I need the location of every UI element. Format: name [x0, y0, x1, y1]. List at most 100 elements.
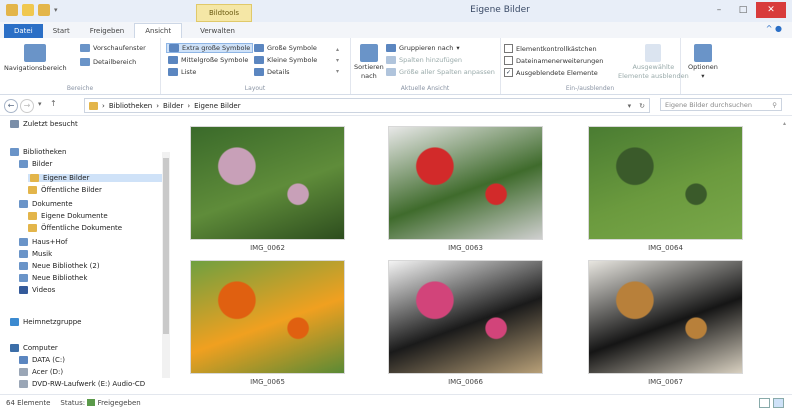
up-button[interactable]: ↑ — [50, 99, 57, 108]
sidebar-item[interactable]: Computer — [10, 344, 58, 352]
pictures-folder-icon — [89, 101, 98, 110]
image-thumbnail[interactable] — [190, 126, 345, 240]
preview-pane-button[interactable]: Vorschaufenster — [80, 44, 146, 52]
group-label-layout: Layout — [244, 85, 266, 92]
minimize-button[interactable]: – — [708, 2, 730, 18]
layout-extra-large-icons[interactable]: Extra große Symbole — [166, 43, 254, 53]
add-columns-button[interactable]: Spalten hinzufügen — [386, 56, 462, 64]
new-folder-icon[interactable] — [38, 4, 50, 16]
checkbox-icon[interactable]: ✓ — [504, 68, 513, 77]
layout-small-icons[interactable]: Kleine Symbole — [254, 56, 317, 64]
group-by-button[interactable]: Gruppieren nach ▾ — [386, 44, 460, 52]
group-by-icon — [386, 44, 396, 52]
sidebar-item[interactable]: Neue Bibliothek — [19, 274, 87, 282]
details-view-icon[interactable] — [759, 398, 770, 408]
list-icon — [168, 68, 178, 76]
address-dropdown-icon[interactable]: ▾ — [628, 102, 632, 110]
hide-selected-button[interactable]: Ausgewählte Elemente ausblenden — [618, 44, 689, 80]
options-button[interactable]: Optionen ▾ — [688, 44, 718, 80]
maximize-button[interactable]: □ — [732, 2, 754, 18]
recent-locations-button[interactable]: ▾ — [38, 100, 42, 108]
checkbox-icon[interactable] — [504, 56, 513, 65]
share-status: Status: Freigegeben — [60, 398, 141, 407]
chevron-up-icon[interactable]: ^ — [766, 24, 773, 33]
image-thumbnail[interactable] — [588, 126, 743, 240]
sort-by-button[interactable]: Sortieren nach — [354, 44, 384, 80]
large-icons-view-icon[interactable] — [773, 398, 784, 408]
ribbon-help[interactable]: ^ ● — [766, 24, 782, 33]
file-extensions-toggle[interactable]: Dateinamenerweiterungen — [504, 56, 603, 65]
sidebar-item-label: Neue Bibliothek — [32, 274, 88, 282]
sidebar-item-label: Neue Bibliothek (2) — [32, 262, 100, 270]
chevron-up-icon[interactable]: ▴ — [783, 120, 786, 127]
sidebar-item-label: Musik — [32, 250, 53, 258]
address-path[interactable]: › Bibliotheken › Bilder › Eigene Bilder … — [84, 98, 650, 113]
sidebar-item-label: Eigene Bilder — [43, 174, 90, 182]
hidden-items-toggle[interactable]: ✓ Ausgeblendete Elemente — [504, 68, 598, 77]
chevron-up-icon[interactable]: ▴ — [336, 46, 339, 53]
checkbox-icon[interactable] — [504, 44, 513, 53]
size-columns-button[interactable]: Größe aller Spalten anpassen — [386, 68, 495, 76]
search-input[interactable]: Eigene Bilder durchsuchen ⚲ — [660, 98, 782, 111]
navigation-pane-button[interactable]: Navigationsbereich — [4, 44, 67, 72]
breadcrumb-eigene-bilder[interactable]: Eigene Bilder — [194, 102, 240, 110]
extra-large-icons-icon — [169, 44, 179, 52]
sidebar-item[interactable]: Zuletzt besucht — [10, 120, 78, 128]
close-button[interactable]: ✕ — [756, 2, 786, 18]
expand-icon[interactable]: ▾ — [336, 68, 339, 75]
image-thumbnail[interactable] — [388, 260, 543, 374]
sidebar-item[interactable]: DVD-RW-Laufwerk (E:) Audio-CD — [19, 380, 145, 388]
sidebar-item[interactable]: Eigene Bilder — [28, 174, 164, 182]
tab-datei[interactable]: Datei — [4, 24, 43, 38]
forward-button[interactable]: → — [20, 99, 34, 113]
arrow-up-icon: ↑ — [50, 99, 57, 108]
file-view: IMG_0062 IMG_0063 IMG_0064 IMG_0065 IMG_0066… — [172, 116, 792, 394]
refresh-icon[interactable]: ↻ — [639, 102, 645, 110]
layout-large-icons[interactable]: Große Symbole — [254, 44, 317, 52]
image-thumbnail[interactable] — [190, 260, 345, 374]
sidebar-item[interactable]: Dokumente — [19, 200, 73, 208]
sidebar-item[interactable]: Bibliotheken — [10, 148, 66, 156]
sidebar-item[interactable]: Haus+Hof — [19, 238, 68, 246]
tab-verwalten[interactable]: Verwalten — [190, 24, 245, 38]
chevron-down-icon[interactable]: ▾ — [336, 57, 339, 64]
folder-icon — [10, 148, 19, 156]
group-label-bereiche: Bereiche — [66, 85, 94, 92]
group-aktuelle-ansicht: Sortieren nach Gruppieren nach ▾ Spalten… — [350, 38, 501, 94]
sidebar-item[interactable]: Neue Bibliothek (2) — [19, 262, 100, 270]
image-thumbnail[interactable] — [588, 260, 743, 374]
breadcrumb-bilder[interactable]: Bilder — [163, 102, 183, 110]
help-icon[interactable]: ● — [775, 24, 782, 33]
qat-dropdown-icon[interactable]: ▾ — [54, 6, 58, 14]
sidebar-item[interactable]: DATA (C:) — [19, 356, 65, 364]
sidebar-item[interactable]: Eigene Dokumente — [28, 212, 108, 220]
layout-medium-icons[interactable]: Mittelgroße Symbole — [168, 56, 248, 64]
item-checkboxes-toggle[interactable]: Elementkontrollkästchen — [504, 44, 597, 53]
sidebar-item-label: Haus+Hof — [32, 238, 68, 246]
sidebar-item[interactable]: Videos — [19, 286, 55, 294]
back-button[interactable]: ← — [4, 99, 18, 113]
sidebar-scrollbar-thumb[interactable] — [163, 158, 169, 334]
image-thumbnail[interactable] — [388, 126, 543, 240]
tab-start[interactable]: Start — [43, 24, 80, 38]
sidebar-item[interactable]: Acer (D:) — [19, 368, 63, 376]
content-scrollbar[interactable]: ▴ — [782, 120, 790, 390]
sidebar-item[interactable]: Öffentliche Bilder — [28, 186, 102, 194]
search-icon[interactable]: ⚲ — [772, 101, 777, 109]
sidebar-item-label: Videos — [32, 286, 56, 294]
properties-icon[interactable] — [22, 4, 34, 16]
tab-ansicht[interactable]: Ansicht — [134, 23, 183, 38]
sidebar-item[interactable]: Heimnetzgruppe — [10, 318, 81, 326]
layout-scroll[interactable]: ▴ ▾ ▾ — [336, 46, 339, 75]
layout-details[interactable]: Details — [254, 68, 290, 76]
layout-list[interactable]: Liste — [168, 68, 196, 76]
sidebar-item[interactable]: Öffentliche Dokumente — [28, 224, 122, 232]
sidebar-item[interactable]: Musik — [19, 250, 52, 258]
breadcrumb-bibliotheken[interactable]: Bibliotheken — [109, 102, 152, 110]
tab-freigeben[interactable]: Freigeben — [80, 24, 134, 38]
sidebar-item[interactable]: Bilder — [19, 160, 52, 168]
details-pane-button[interactable]: Detailbereich — [80, 58, 136, 66]
sidebar-item-label: Zuletzt besucht — [23, 120, 78, 128]
context-tab-bildtools: Bildtools — [196, 4, 252, 22]
folder-icon[interactable] — [6, 4, 18, 16]
